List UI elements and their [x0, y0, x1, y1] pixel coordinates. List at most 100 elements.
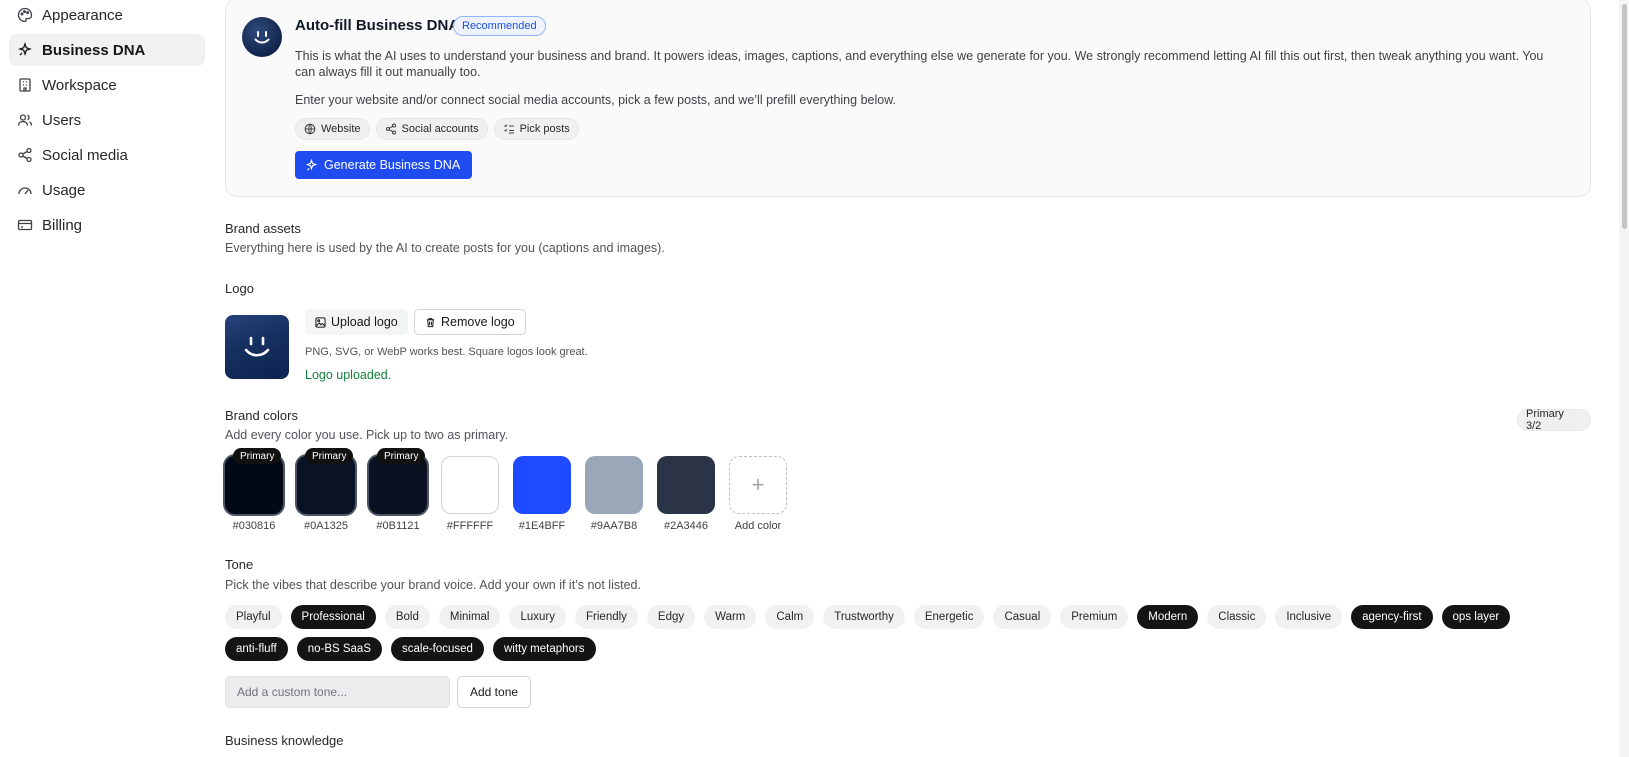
business-knowledge-title: Business knowledge — [225, 733, 344, 748]
sidebar-item-appearance[interactable]: Appearance — [9, 0, 205, 31]
tone-chip[interactable]: Playful — [225, 605, 282, 629]
tone-chip[interactable]: Bold — [384, 605, 430, 629]
add-color-label: Add color — [734, 520, 782, 532]
primary-count-badge: Primary 3/2 — [1517, 408, 1591, 432]
color-swatch-item: Primary #0B1121 — [369, 448, 427, 532]
sidebar-item-users[interactable]: Users — [9, 104, 205, 136]
tone-chip[interactable]: Trustworthy — [823, 605, 905, 629]
sidebar-item-label: Usage — [42, 181, 86, 199]
recommended-badge: Recommended — [453, 16, 546, 36]
color-swatch-item: #2A3446 — [657, 456, 715, 532]
gauge-icon — [18, 187, 32, 195]
color-hex-label: #0B1121 — [376, 520, 420, 532]
tone-chip[interactable]: Inclusive — [1275, 605, 1343, 629]
main-content: Auto-fill Business DNA Recommended This … — [225, 0, 1591, 757]
tone-chip[interactable]: Premium — [1060, 605, 1129, 629]
social-accounts-chip[interactable]: Social accounts — [375, 118, 488, 140]
tone-chip[interactable]: scale-focused — [391, 637, 484, 661]
color-hex-label: #030816 — [232, 520, 276, 532]
upload-logo-button[interactable]: Upload logo — [305, 309, 408, 335]
tone-chip[interactable]: Modern — [1137, 605, 1199, 629]
color-swatch[interactable]: Primary — [225, 448, 283, 514]
sidebar-item-workspace[interactable]: Workspace — [9, 69, 205, 101]
color-swatch-item: Primary #030816 — [225, 448, 283, 532]
add-color-button[interactable]: + — [729, 456, 787, 514]
autofill-card: Auto-fill Business DNA Recommended This … — [225, 0, 1591, 197]
globe-icon — [304, 123, 316, 135]
color-swatch[interactable] — [441, 456, 499, 514]
tone-chip[interactable]: Edgy — [646, 605, 696, 629]
smiley-icon — [254, 31, 270, 44]
sidebar-item-usage[interactable]: Usage — [9, 174, 205, 206]
color-swatch-item: #FFFFFF — [441, 456, 499, 532]
tone-subtitle: Pick the vibes that describe your brand … — [225, 578, 641, 592]
tone-chip[interactable]: Professional — [290, 605, 376, 629]
tone-chip[interactable]: witty metaphors — [492, 637, 596, 661]
color-hex-label: #1E4BFF — [518, 520, 566, 532]
palette-icon — [17, 7, 33, 23]
sparkle-icon — [305, 158, 318, 171]
tone-chip[interactable]: Warm — [704, 605, 757, 629]
share-icon — [385, 123, 396, 135]
tone-chip[interactable]: agency-first — [1351, 605, 1433, 629]
pick-posts-chip[interactable]: Pick posts — [493, 118, 579, 140]
autofill-title: Auto-fill Business DNA — [295, 17, 460, 34]
primary-tag: Primary — [377, 448, 426, 464]
color-swatch[interactable] — [513, 456, 571, 514]
scrollbar-thumb[interactable] — [1622, 4, 1627, 229]
tone-chip[interactable]: Luxury — [509, 605, 567, 629]
sidebar-item-business-dna[interactable]: Business DNA — [9, 34, 205, 66]
custom-tone-input[interactable] — [225, 676, 450, 708]
brand-colors-subtitle: Add every color you use. Pick up to two … — [225, 428, 509, 442]
sidebar-item-label: Users — [42, 111, 82, 129]
tone-title: Tone — [225, 557, 254, 572]
primary-tag: Primary — [305, 448, 354, 464]
tone-chip[interactable]: Casual — [993, 605, 1052, 629]
autofill-instruction: Enter your website and/or connect social… — [295, 93, 897, 107]
tone-chip[interactable]: ops layer — [1441, 605, 1511, 629]
sidebar: Appearance Business DNA Workspace Users … — [0, 0, 214, 757]
color-swatch-item: Primary #0A1325 — [297, 448, 355, 532]
tone-chip[interactable]: Minimal — [438, 605, 501, 629]
color-swatch[interactable]: Primary — [297, 448, 355, 514]
add-tone-button[interactable]: Add tone — [457, 676, 532, 708]
color-hex-label: #FFFFFF — [446, 520, 494, 532]
color-swatch-item: #9AA7B8 — [585, 456, 643, 532]
color-hex-label: #2A3446 — [663, 520, 709, 532]
color-swatch[interactable]: Primary — [369, 448, 427, 514]
website-chip[interactable]: Website — [295, 118, 370, 140]
sparkle-icon — [18, 42, 32, 56]
logo-title: Logo — [225, 281, 254, 296]
tone-chip[interactable]: Energetic — [913, 605, 985, 629]
color-hex-label: #9AA7B8 — [590, 520, 638, 532]
sidebar-item-billing[interactable]: Billing — [9, 209, 205, 241]
color-swatch[interactable] — [657, 456, 715, 514]
brand-assets-title: Brand assets — [225, 221, 301, 236]
color-hex-label: #0A1325 — [303, 520, 349, 532]
building-icon — [19, 78, 31, 92]
logo-status: Logo uploaded. — [305, 368, 392, 382]
sidebar-item-social-media[interactable]: Social media — [9, 139, 205, 171]
remove-logo-button[interactable]: Remove logo — [414, 309, 526, 335]
checklist-icon — [503, 124, 514, 134]
tone-chip[interactable]: anti-fluff — [225, 637, 288, 661]
credit-card-icon — [17, 219, 33, 231]
tone-chip[interactable]: no-BS SaaS — [296, 637, 382, 661]
tone-chip[interactable]: Calm — [765, 605, 815, 629]
logo-preview — [225, 315, 289, 379]
tone-chip[interactable]: Friendly — [575, 605, 638, 629]
add-color-item: + Add color — [729, 456, 787, 532]
trash-icon — [426, 317, 435, 327]
sidebar-item-label: Business DNA — [42, 41, 146, 59]
tone-chip-row: anti-fluff no-BS SaaS scale-focused witty m… — [225, 637, 596, 661]
sidebar-item-label: Billing — [42, 216, 83, 234]
color-swatch[interactable] — [585, 456, 643, 514]
generate-business-dna-button[interactable]: Generate Business DNA — [295, 151, 473, 179]
smiley-icon — [244, 336, 270, 357]
brand-colors-title: Brand colors — [225, 408, 298, 423]
tone-chip[interactable]: Classic — [1207, 605, 1267, 629]
users-icon — [17, 114, 33, 126]
sidebar-item-label: Social media — [42, 146, 128, 164]
color-swatch-item: #1E4BFF — [513, 456, 571, 532]
sidebar-item-label: Appearance — [42, 6, 123, 24]
